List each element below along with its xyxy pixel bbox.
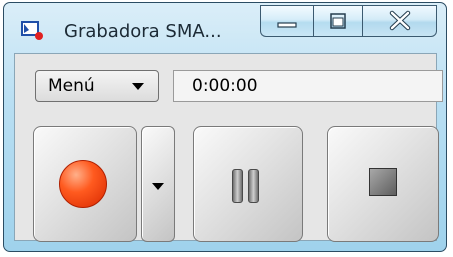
- record-icon: [59, 160, 107, 208]
- app-icon: [21, 21, 45, 41]
- title-bar[interactable]: Grabadora SMA...: [4, 3, 446, 47]
- stop-button[interactable]: [327, 126, 439, 242]
- stop-icon: [369, 168, 397, 196]
- elapsed-time: 0:00:00: [192, 76, 258, 96]
- pause-bar-left: [232, 169, 243, 203]
- record-options-button[interactable]: [141, 126, 175, 242]
- app-window: Grabadora SMA... Menú 0:00:00: [3, 2, 447, 252]
- maximize-icon: [314, 13, 362, 40]
- chevron-down-icon: [132, 83, 144, 90]
- chevron-down-icon: [152, 183, 164, 190]
- close-icon: [363, 10, 437, 40]
- pause-bar-right: [248, 169, 259, 203]
- menu-label: Menú: [48, 76, 95, 96]
- record-button[interactable]: [33, 126, 137, 242]
- menu-dropdown[interactable]: Menú: [35, 70, 159, 102]
- window-title: Grabadora SMA...: [64, 21, 222, 42]
- recorder-panel: Menú 0:00:00: [14, 53, 443, 242]
- pause-button[interactable]: [193, 126, 303, 242]
- maximize-button[interactable]: [313, 5, 362, 37]
- elapsed-time-display: 0:00:00: [173, 70, 443, 102]
- minimize-icon: [261, 21, 313, 40]
- minimize-button[interactable]: [260, 5, 313, 37]
- close-button[interactable]: [362, 5, 437, 37]
